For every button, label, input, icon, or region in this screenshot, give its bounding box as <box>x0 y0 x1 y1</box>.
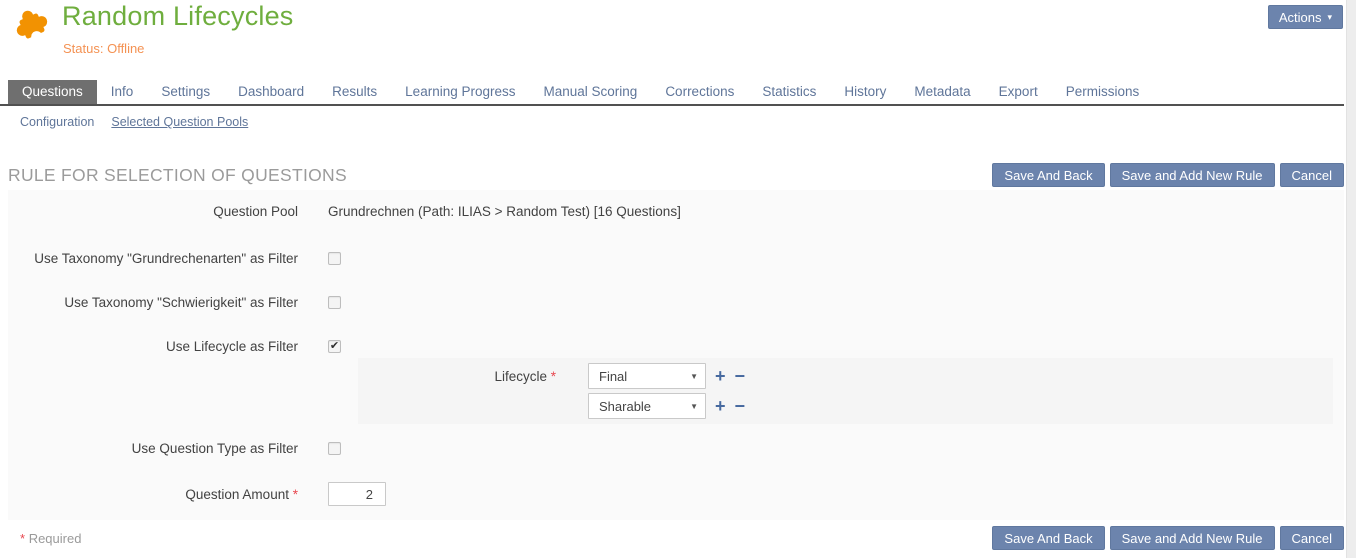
lifecycle-label-text: Lifecycle <box>494 369 547 384</box>
scrollbar[interactable] <box>1346 0 1356 558</box>
use-question-type-label: Use Question Type as Filter <box>8 441 328 456</box>
tab-metadata[interactable]: Metadata <box>900 80 984 104</box>
remove-lifecycle-button[interactable]: − <box>735 367 746 385</box>
tab-dashboard[interactable]: Dashboard <box>224 80 318 104</box>
tab-statistics[interactable]: Statistics <box>748 80 830 104</box>
question-amount-input[interactable] <box>328 482 386 506</box>
tab-manual-scoring[interactable]: Manual Scoring <box>530 80 652 104</box>
required-note-text: Required <box>29 531 82 546</box>
status-text: Status: Offline <box>63 41 144 56</box>
form-panel: Question Pool Grundrechnen (Path: ILIAS … <box>8 190 1344 520</box>
actions-button[interactable]: Actions ▾ <box>1268 5 1343 29</box>
use-lifecycle-checkbox[interactable]: ✔ <box>328 340 341 353</box>
taxonomy-schwierigkeit-checkbox[interactable] <box>328 296 341 309</box>
required-marker: * <box>551 369 556 384</box>
tab-info[interactable]: Info <box>97 80 148 104</box>
question-amount-row: Question Amount * <box>8 482 1344 506</box>
use-question-type-row: Use Question Type as Filter <box>8 440 1344 457</box>
required-asterisk: * <box>20 531 25 546</box>
tab-corrections[interactable]: Corrections <box>651 80 748 104</box>
page-content: Random Lifecycles Status: Offline Action… <box>0 0 1344 550</box>
page-title: Random Lifecycles <box>62 1 294 32</box>
subtab-configuration[interactable]: Configuration <box>20 115 94 140</box>
tab-learning-progress[interactable]: Learning Progress <box>391 80 529 104</box>
tab-history[interactable]: History <box>830 80 900 104</box>
question-pool-label: Question Pool <box>8 204 328 219</box>
required-marker: * <box>293 487 298 502</box>
form-header: RULE FOR SELECTION OF QUESTIONS Save And… <box>0 160 1344 190</box>
actions-button-label: Actions <box>1279 10 1322 25</box>
tab-bar: Questions Info Settings Dashboard Result… <box>0 80 1344 106</box>
lifecycle-label: Lifecycle * <box>358 369 588 384</box>
cancel-button[interactable]: Cancel <box>1280 526 1344 550</box>
remove-lifecycle-button[interactable]: − <box>735 397 746 415</box>
use-question-type-checkbox[interactable] <box>328 442 341 455</box>
question-amount-label: Question Amount * <box>8 487 328 502</box>
puzzle-icon <box>12 6 52 46</box>
lifecycle-select-1-value: Final <box>599 369 627 384</box>
lifecycle-subform: Lifecycle * Final ▼ + − Sharable ▼ + − <box>358 358 1333 424</box>
save-and-back-button[interactable]: Save And Back <box>992 163 1104 187</box>
question-pool-row: Question Pool Grundrechnen (Path: ILIAS … <box>8 203 1344 220</box>
bottom-button-group: Save And Back Save and Add New Rule Canc… <box>987 526 1344 550</box>
save-and-back-button[interactable]: Save And Back <box>992 526 1104 550</box>
form-title: RULE FOR SELECTION OF QUESTIONS <box>8 165 347 186</box>
add-lifecycle-button[interactable]: + <box>715 397 726 415</box>
tab-questions[interactable]: Questions <box>8 80 97 104</box>
subtab-selected-question-pools[interactable]: Selected Question Pools <box>111 115 248 140</box>
tab-export[interactable]: Export <box>985 80 1052 104</box>
lifecycle-select-2[interactable]: Sharable ▼ <box>588 393 706 419</box>
tab-permissions[interactable]: Permissions <box>1052 80 1154 104</box>
save-and-add-new-rule-button[interactable]: Save and Add New Rule <box>1110 163 1275 187</box>
use-lifecycle-row: Use Lifecycle as Filter ✔ <box>8 338 1344 355</box>
checkmark-icon: ✔ <box>330 341 339 352</box>
required-note: * Required <box>20 531 81 546</box>
subtab-bar: Configuration Selected Question Pools <box>0 106 1344 140</box>
tab-settings[interactable]: Settings <box>147 80 224 104</box>
taxonomy-grundrechenarten-label: Use Taxonomy "Grundrechenarten" as Filte… <box>8 251 328 266</box>
form-footer: * Required Save And Back Save and Add Ne… <box>0 526 1344 550</box>
header: Random Lifecycles Status: Offline Action… <box>0 0 1344 80</box>
question-pool-value: Grundrechnen (Path: ILIAS > Random Test)… <box>328 204 681 219</box>
select-caret-icon: ▼ <box>690 402 698 411</box>
lifecycle-select-2-value: Sharable <box>599 399 651 414</box>
taxonomy-grundrechenarten-checkbox[interactable] <box>328 252 341 265</box>
top-button-group: Save And Back Save and Add New Rule Canc… <box>987 163 1344 187</box>
cancel-button[interactable]: Cancel <box>1280 163 1344 187</box>
save-and-add-new-rule-button[interactable]: Save and Add New Rule <box>1110 526 1275 550</box>
use-lifecycle-label: Use Lifecycle as Filter <box>8 339 328 354</box>
question-amount-label-text: Question Amount <box>185 487 289 502</box>
lifecycle-select-1[interactable]: Final ▼ <box>588 363 706 389</box>
tab-results[interactable]: Results <box>318 80 391 104</box>
lifecycle-select-row-1: Lifecycle * Final ▼ + − <box>358 363 1333 389</box>
caret-down-icon: ▾ <box>1327 12 1332 23</box>
taxonomy-schwierigkeit-label: Use Taxonomy "Schwierigkeit" as Filter <box>8 295 328 310</box>
lifecycle-select-row-2: Sharable ▼ + − <box>358 393 1333 419</box>
taxonomy-grundrechenarten-row: Use Taxonomy "Grundrechenarten" as Filte… <box>8 250 1344 267</box>
select-caret-icon: ▼ <box>690 372 698 381</box>
taxonomy-schwierigkeit-row: Use Taxonomy "Schwierigkeit" as Filter <box>8 294 1344 311</box>
add-lifecycle-button[interactable]: + <box>715 367 726 385</box>
